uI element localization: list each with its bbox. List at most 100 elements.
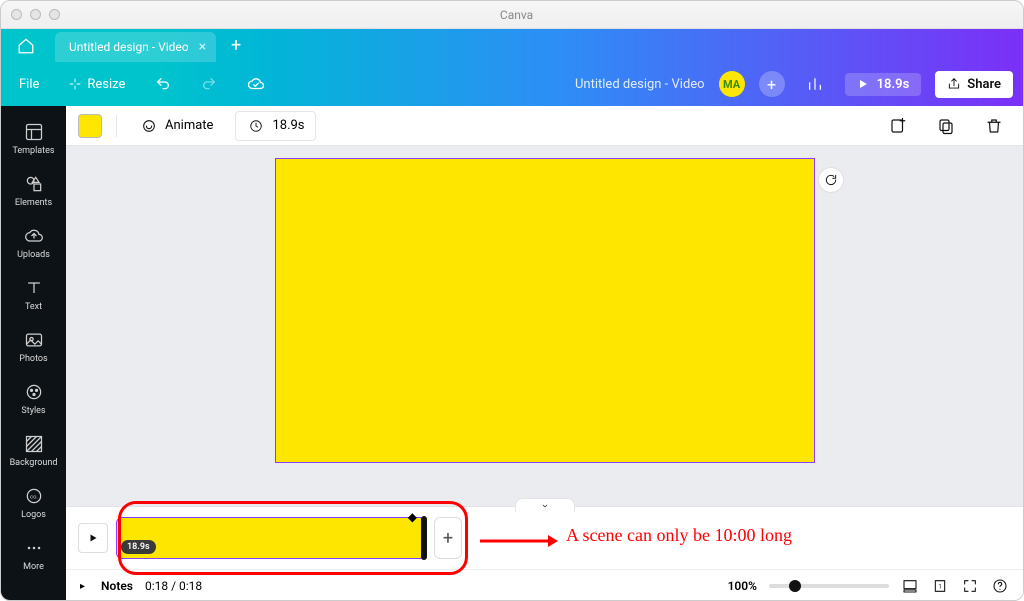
cloud-status[interactable] [239,69,273,99]
help-button[interactable] [991,577,1009,595]
rail-templates[interactable]: Templates [1,114,66,164]
clip-marker-icon: ◆ [408,510,417,524]
delete-button[interactable] [977,113,1011,139]
svg-text:co.: co. [30,495,38,501]
play-icon [857,78,869,90]
duplicate-icon [937,117,955,135]
clip-duration-badge: 18.9s [121,540,156,554]
rail-label: Templates [12,146,54,156]
timeline-play-button[interactable] [78,523,108,553]
single-page-icon: 1 [932,578,948,594]
preview-button[interactable]: 18.9s [845,73,922,96]
rail-uploads[interactable]: Uploads [1,218,66,268]
svg-text:1: 1 [938,584,941,591]
scene-clip[interactable]: 18.9s ◆ [116,517,426,559]
rail-label: Text [25,302,42,312]
notes-button[interactable]: Notes [101,579,133,593]
zoom-slider[interactable] [769,584,889,588]
file-menu[interactable]: File [11,71,47,98]
mac-min-dot[interactable] [30,9,41,20]
grid-view-button[interactable] [901,577,919,595]
rail-logos[interactable]: co. Logos [1,478,66,528]
rail-text[interactable]: Text [1,270,66,320]
rail-elements[interactable]: Elements [1,166,66,216]
avatar-initials: MA [723,78,740,91]
share-label: Share [967,77,1001,92]
rail-photos[interactable]: Photos [1,322,66,372]
file-label: File [19,77,39,92]
side-rail: Templates Elements Uploads Text Photos S… [1,106,66,601]
share-icon [947,77,961,91]
add-page-icon [889,117,907,135]
duration-button[interactable]: 18.9s [235,111,315,141]
mac-titlebar: Canva [1,1,1023,29]
fullscreen-button[interactable] [961,577,979,595]
more-icon [24,538,44,558]
redo-icon [201,76,217,92]
timeline: 18.9s ◆ + ▸ Notes 0:18 / 0:18 100% [66,506,1023,601]
document-title[interactable]: Untitled design - Video [575,77,705,92]
bar-chart-icon [807,76,823,92]
uploads-icon [24,226,44,246]
close-tab-icon[interactable]: × [199,39,206,55]
rail-styles[interactable]: Styles [1,374,66,424]
new-tab-button[interactable]: + [216,29,256,62]
cloud-check-icon [247,75,265,93]
refresh-icon [824,173,838,187]
refresh-button[interactable] [818,167,844,193]
resize-label: Resize [87,77,125,92]
insights-button[interactable] [799,70,831,98]
rail-label: Background [10,458,58,468]
home-icon [17,37,35,55]
trash-icon [985,117,1003,135]
rail-label: Photos [19,354,47,364]
styles-icon [24,382,44,402]
animate-icon [139,116,159,136]
rail-background[interactable]: Background [1,426,66,476]
clip-trim-handle[interactable] [421,516,427,560]
rail-label: Uploads [17,250,50,260]
home-tab[interactable] [1,29,51,62]
footer-bar: ▸ Notes 0:18 / 0:18 100% 1 [66,569,1023,601]
document-tab-label: Untitled design - Video [69,40,189,54]
tab-strip: Untitled design - Video × + [1,29,1023,62]
play-icon [87,532,99,544]
document-tab[interactable]: Untitled design - Video × [55,32,216,62]
rail-more[interactable]: More [1,530,66,580]
zoom-value: 100% [728,579,757,593]
photos-icon [24,330,44,350]
share-button[interactable]: Share [935,71,1013,98]
background-color-swatch[interactable] [78,114,102,138]
resize-button[interactable]: Resize [61,71,133,98]
templates-icon [24,122,44,142]
rail-label: More [23,562,44,572]
rail-label: Elements [15,198,52,208]
rail-label: Logos [21,510,46,520]
canvas-page[interactable] [275,158,815,463]
undo-icon [155,76,171,92]
redo-button[interactable] [193,70,225,98]
mac-max-dot[interactable] [49,9,60,20]
duration-label: 18.9s [272,118,304,133]
help-icon [992,578,1008,594]
avatar[interactable]: MA [719,71,745,97]
text-icon [24,278,44,298]
add-collaborator-button[interactable]: + [759,71,785,97]
canvas-area[interactable] [66,146,1023,506]
background-icon [24,434,44,454]
animate-label: Animate [165,118,213,133]
logos-icon: co. [24,486,44,506]
clock-icon [246,116,266,136]
scene-view-button[interactable]: 1 [931,577,949,595]
elements-icon [24,174,44,194]
add-scene-button[interactable]: + [434,517,462,559]
animate-button[interactable]: Animate [131,112,221,140]
duplicate-button[interactable] [929,113,963,139]
preview-duration: 18.9s [877,77,910,92]
mac-close-dot[interactable] [11,9,22,20]
undo-button[interactable] [147,70,179,98]
rail-label: Styles [21,406,45,416]
context-bar: Animate 18.9s [66,106,1023,146]
grid-icon [902,578,918,594]
add-page-button[interactable] [881,113,915,139]
